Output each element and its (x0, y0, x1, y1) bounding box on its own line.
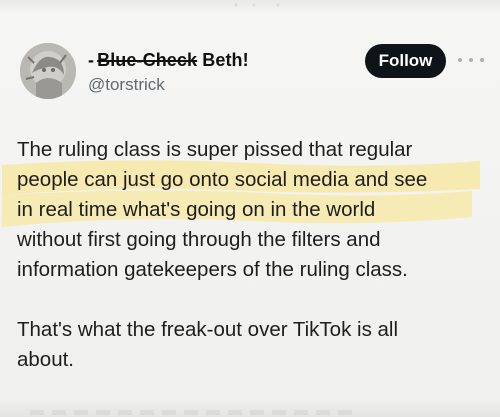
author-display-name[interactable]: - Blue-Check Beth! (88, 50, 249, 71)
author-avatar[interactable] (20, 43, 76, 99)
author-handle[interactable]: @torstrick (88, 75, 165, 95)
display-name-prefix: - (88, 50, 95, 70)
screenshot-background: - Blue-Check Beth! @torstrick Follow The … (0, 0, 500, 417)
display-name-rest: Beth! (202, 50, 249, 70)
follow-button[interactable]: Follow (365, 44, 446, 78)
post-text: The ruling class is super pissed that re… (17, 135, 487, 375)
more-options-button[interactable] (458, 55, 484, 65)
top-edge-artifact (230, 3, 290, 7)
more-dot-icon (458, 58, 462, 62)
profile-photo-icon (20, 43, 76, 99)
post-paragraph: The ruling class is super pissed that re… (17, 138, 428, 281)
more-dot-icon (480, 58, 484, 62)
display-name-struck: Blue-Check (97, 50, 198, 70)
more-dot-icon (469, 58, 473, 62)
bottom-edge-artifact (30, 410, 360, 415)
post-paragraph: That's what the freak-out over TikTok is… (17, 318, 399, 371)
